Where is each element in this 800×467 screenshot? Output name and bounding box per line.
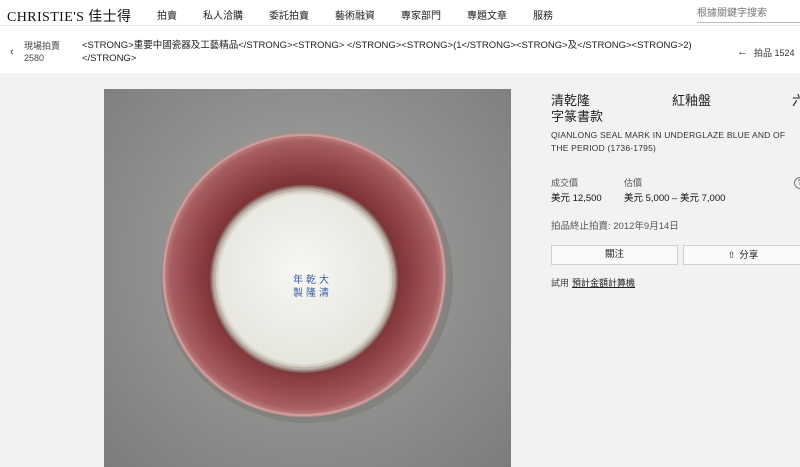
svg-text:隆: 隆 [306,286,316,299]
svg-text:年: 年 [293,273,303,286]
next-lot-link[interactable]: 拍品 1524 [754,46,795,59]
previous-lot-label: 現場拍賣 [24,41,61,51]
sale-title: <STRONG>重要中國瓷器及工藝精品</STRONG><STRONG> </S… [82,40,692,64]
chevron-left-icon[interactable]: ‹ [10,46,14,58]
estimate-calculator: 試用 預計金額計算機 [551,276,800,289]
previous-lot-link[interactable]: 現場拍賣 2580 [24,40,60,64]
svg-text:大: 大 [319,273,329,286]
estimate-label: 估價 [624,178,643,188]
menu-item-private-sales[interactable]: 私人洽購 [203,7,243,22]
title-cn-part-3: 六 [792,93,800,108]
lot-title-chinese: 清乾隆 紅釉盤 六 字篆書款 [551,93,800,125]
estimate-value: 美元 5,000 – 美元 7,000 [624,193,726,204]
main-menu: 拍賣 私人洽購 委託拍賣 藝術融資 專家部門 專題文章 服務 [157,7,579,22]
christies-logo[interactable]: CHRISTIE'S 佳士得 [7,6,131,26]
svg-text:乾: 乾 [306,273,316,286]
menu-item-services[interactable]: 服務 [533,7,553,22]
price-realised-value: 美元 12,500 [551,193,602,204]
top-navigation: CHRISTIE'S 佳士得 拍賣 私人洽購 委託拍賣 藝術融資 專家部門 專題… [0,0,800,26]
follow-button[interactable]: 關注 [551,245,678,265]
share-icon: ⇧ [727,250,736,260]
title-cn-part-2: 紅釉盤 [672,93,712,108]
menu-item-departments[interactable]: 專家部門 [401,7,441,22]
closed-date: 拍品終止拍賣: 2012年9月14日 [551,221,679,232]
red-glazed-dish-illustration: 大 清 乾 隆 年 製 [161,133,453,423]
lot-actions: 關注 ⇧ 分享 [551,245,800,266]
svg-text:製: 製 [293,286,303,299]
share-label: 分享 [739,250,759,261]
svg-text:清: 清 [319,286,329,299]
arrow-left-icon[interactable]: ← [737,46,748,58]
lot-title-english: QIANLONG SEAL MARK IN UNDERGLAZE BLUE AN… [551,129,800,155]
en-title-line-1: QIANLONG SEAL MARK IN UNDERGLAZE BLUE AN… [551,130,786,140]
price-row: 成交價 美元 12,500 估價 美元 5,000 – 美元 7,000 ? [551,176,800,204]
search-underline [697,22,800,23]
price-realised-label: 成交價 [551,178,579,188]
main-content: 大 清 乾 隆 年 製 清乾隆 紅釉盤 六 字篆書款 QIANLONG SEAL… [0,73,800,467]
menu-item-consign[interactable]: 委託拍賣 [269,7,309,22]
title-cn-part-1: 清乾隆 [551,93,591,108]
menu-item-stories[interactable]: 專題文章 [467,7,507,22]
menu-item-auctions[interactable]: 拍賣 [157,7,177,22]
share-button[interactable]: ⇧ 分享 [683,245,800,265]
search-input[interactable] [697,5,800,21]
lot-details: 清乾隆 紅釉盤 六 字篆書款 QIANLONG SEAL MARK IN UND… [551,93,800,289]
en-title-line-2: THE PERIOD (1736-1795) [551,143,657,153]
menu-item-art-finance[interactable]: 藝術融資 [335,7,375,22]
calc-prefix: 試用 [551,278,570,288]
title-cn-part-4: 字篆書款 [551,109,604,124]
estimate-calculator-link[interactable]: 預計金額計算機 [572,278,635,288]
info-icon[interactable]: ? [794,177,800,189]
previous-lot-number: 2580 [24,53,45,63]
lot-image[interactable]: 大 清 乾 隆 年 製 [104,89,511,467]
